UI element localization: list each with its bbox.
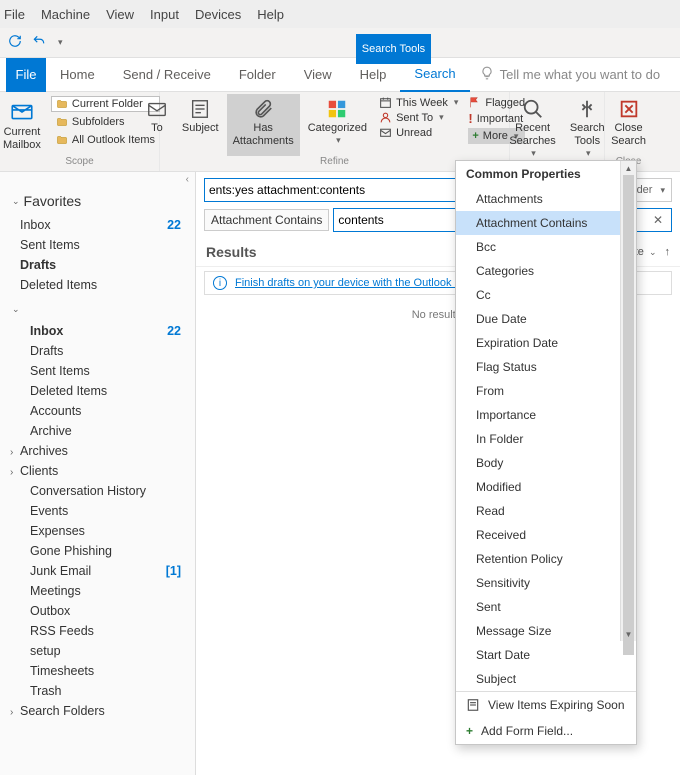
search-tools-contextual-tab: Search Tools (356, 34, 431, 64)
refine-group-label: Refine (320, 156, 349, 167)
lightbulb-icon (480, 66, 494, 83)
account-header[interactable]: ⌄ (0, 295, 195, 321)
folder-accounts[interactable]: Accounts (0, 401, 195, 421)
results-title: Results (206, 244, 257, 260)
recent-searches-button[interactable]: Recent Searches▾ (503, 94, 561, 169)
more-item-sensitivity[interactable]: Sensitivity (456, 571, 636, 595)
folder-events[interactable]: Events (0, 501, 195, 521)
sysmenu-help[interactable]: Help (257, 7, 284, 22)
tell-me-input[interactable]: Tell me what you want to do (500, 67, 660, 82)
folder-trash[interactable]: Trash (0, 681, 195, 701)
more-item-from[interactable]: From (456, 379, 636, 403)
more-item-retention-policy[interactable]: Retention Policy (456, 547, 636, 571)
more-item-bcc[interactable]: Bcc (456, 235, 636, 259)
folder-timesheets[interactable]: Timesheets (0, 661, 195, 681)
sort-direction-icon[interactable]: ↑ (665, 246, 671, 258)
add-form-field[interactable]: + Add Form Field... (456, 718, 636, 744)
system-menu: File Machine View Input Devices Help (0, 0, 680, 28)
favorites-header[interactable]: ⌄Favorites (0, 187, 195, 215)
clear-filter-icon[interactable]: ✕ (649, 213, 667, 227)
folder-archive[interactable]: Archive (0, 421, 195, 441)
folder-archives[interactable]: ›Archives (0, 441, 195, 461)
tab-folder[interactable]: Folder (225, 58, 290, 92)
more-item-modified[interactable]: Modified (456, 475, 636, 499)
more-item-flag-status[interactable]: Flag Status (456, 355, 636, 379)
sysmenu-input[interactable]: Input (150, 7, 179, 22)
filter-label: Attachment Contains (204, 209, 329, 231)
categorized-button[interactable]: Categorized▾ (302, 94, 373, 156)
subject-button[interactable]: Subject (176, 94, 225, 156)
more-item-importance[interactable]: Importance (456, 403, 636, 427)
more-item-subject[interactable]: Subject (456, 667, 636, 691)
tab-home[interactable]: Home (46, 58, 109, 92)
more-item-sent[interactable]: Sent (456, 595, 636, 619)
folder-sent-items[interactable]: Sent Items (0, 361, 195, 381)
dropdown-scrollbar[interactable]: ▲ ▼ (620, 161, 636, 641)
qat-customize-icon[interactable]: ▾ (58, 37, 63, 48)
more-item-attachments[interactable]: Attachments (456, 187, 636, 211)
more-dropdown-panel: Common Properties AttachmentsAttachment … (455, 160, 637, 745)
collapse-nav-icon[interactable]: ‹ (0, 172, 195, 187)
quick-access-toolbar: ▾ (0, 28, 680, 58)
common-properties-header: Common Properties (456, 161, 636, 187)
navigation-pane: ‹ ⌄Favorites Inbox22Sent ItemsDraftsDele… (0, 172, 196, 775)
sysmenu-machine[interactable]: Machine (41, 7, 90, 22)
folder-junk-email[interactable]: Junk Email[1] (0, 561, 195, 581)
folder-gone-phishing[interactable]: Gone Phishing (0, 541, 195, 561)
current-mailbox-button[interactable]: Current Mailbox (0, 94, 47, 156)
folder-outbox[interactable]: Outbox (0, 601, 195, 621)
more-item-categories[interactable]: Categories (456, 259, 636, 283)
folder-meetings[interactable]: Meetings (0, 581, 195, 601)
folder-search-folders[interactable]: ›Search Folders (0, 701, 195, 721)
more-item-read[interactable]: Read (456, 499, 636, 523)
unread-button[interactable]: Unread (379, 126, 458, 139)
more-item-due-date[interactable]: Due Date (456, 307, 636, 331)
more-item-expiration-date[interactable]: Expiration Date (456, 331, 636, 355)
more-item-body[interactable]: Body (456, 451, 636, 475)
scope-group-label: Scope (65, 156, 93, 167)
more-item-received[interactable]: Received (456, 523, 636, 547)
folder-drafts[interactable]: Drafts (0, 341, 195, 361)
has-attachments-button[interactable]: Has Attachments (227, 94, 300, 156)
sysmenu-file[interactable]: File (4, 7, 25, 22)
more-item-attachment-contains[interactable]: Attachment Contains (456, 211, 636, 235)
folder-setup[interactable]: setup (0, 641, 195, 661)
view-items-expiring-soon[interactable]: View Items Expiring Soon (456, 692, 636, 718)
undo-icon[interactable] (32, 34, 46, 51)
folder-rss-feeds[interactable]: RSS Feeds (0, 621, 195, 641)
more-item-message-size[interactable]: Message Size (456, 619, 636, 643)
sync-icon[interactable] (8, 34, 22, 51)
scroll-down-icon[interactable]: ▼ (621, 627, 636, 641)
sysmenu-devices[interactable]: Devices (195, 7, 241, 22)
ribbon-tabs: File Home Send / Receive Folder View Hel… (0, 58, 680, 92)
this-week-button[interactable]: This Week▾ (379, 96, 458, 109)
favorite-sent-items[interactable]: Sent Items (0, 235, 195, 255)
favorite-drafts[interactable]: Drafts (0, 255, 195, 275)
tab-file[interactable]: File (6, 58, 46, 92)
folder-clients[interactable]: ›Clients (0, 461, 195, 481)
favorite-inbox[interactable]: Inbox22 (0, 215, 195, 235)
folder-inbox[interactable]: Inbox22 (0, 321, 195, 341)
more-item-start-date[interactable]: Start Date (456, 643, 636, 667)
folder-deleted-items[interactable]: Deleted Items (0, 381, 195, 401)
sysmenu-view[interactable]: View (106, 7, 134, 22)
more-item-in-folder[interactable]: In Folder (456, 427, 636, 451)
favorite-deleted-items[interactable]: Deleted Items (0, 275, 195, 295)
scroll-thumb[interactable] (623, 175, 634, 655)
to-button[interactable]: To (140, 94, 174, 156)
close-search-button[interactable]: Close Search (605, 94, 652, 156)
more-item-cc[interactable]: Cc (456, 283, 636, 307)
scroll-up-icon[interactable]: ▲ (621, 161, 636, 175)
folder-expenses[interactable]: Expenses (0, 521, 195, 541)
tab-view[interactable]: View (290, 58, 346, 92)
folder-conversation-history[interactable]: Conversation History (0, 481, 195, 501)
info-icon: i (213, 276, 227, 290)
sent-to-button[interactable]: Sent To▾ (379, 111, 458, 124)
finish-drafts-link[interactable]: Finish drafts on your device with the Ou… (235, 277, 473, 289)
tab-send-receive[interactable]: Send / Receive (109, 58, 225, 92)
